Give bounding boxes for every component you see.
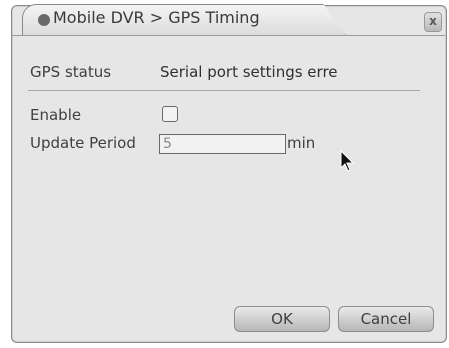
enable-checkbox[interactable] [162,106,178,122]
gps-timing-dialog [11,5,447,343]
title-divider [11,35,445,36]
cancel-button[interactable]: Cancel [338,306,434,332]
update-period-input[interactable]: 5 [159,134,286,154]
mouse-pointer-icon [340,150,355,172]
ok-button[interactable]: OK [234,306,330,332]
gps-status-label: GPS status [30,63,112,81]
update-period-unit: min [287,134,316,152]
enable-label: Enable [30,106,82,124]
section-divider [28,90,420,91]
title-bullet-icon [38,14,50,26]
update-period-label: Update Period [30,134,136,152]
dialog-title: Mobile DVR > GPS Timing [53,8,260,27]
close-icon[interactable]: x [424,12,442,32]
gps-status-value: Serial port settings erre [160,63,338,81]
